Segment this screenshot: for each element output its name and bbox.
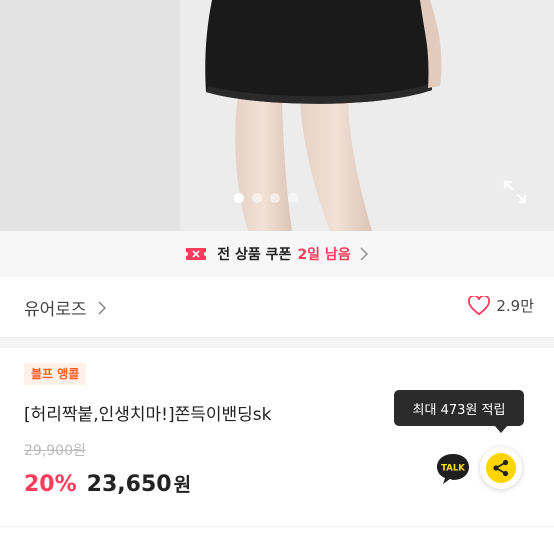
expand-icon[interactable] xyxy=(502,179,528,205)
carousel-indicator xyxy=(234,193,298,203)
kakao-talk-icon[interactable]: TALK xyxy=(433,448,473,488)
sale-price: 23,650 xyxy=(86,472,172,497)
original-price: 29,900원 xyxy=(24,443,86,459)
promo-badge: 블프 앵콜 xyxy=(24,363,87,385)
next-section-peek xyxy=(0,540,554,554)
coupon-ticket-icon xyxy=(186,248,207,260)
carousel-dot[interactable] xyxy=(252,193,262,203)
chevron-right-icon xyxy=(98,300,106,315)
carousel-dot[interactable] xyxy=(288,193,298,203)
seller-name: 유어로즈 xyxy=(24,300,87,320)
seller-link[interactable]: 유어로즈 xyxy=(24,295,106,320)
section-divider xyxy=(0,526,554,527)
share-button[interactable] xyxy=(480,447,522,489)
heart-outline-icon xyxy=(468,295,491,315)
like-count: 2.9만 xyxy=(496,297,534,315)
section-divider xyxy=(0,338,554,348)
seller-row: 유어로즈 2.9만 xyxy=(0,277,554,338)
next-row-price xyxy=(350,544,360,554)
chevron-right-icon xyxy=(360,247,368,261)
tooltip-arrow xyxy=(494,425,508,433)
product-image-carousel[interactable] xyxy=(0,0,554,231)
coupon-banner[interactable]: 전 상품 쿠폰 2일 남음 xyxy=(0,231,554,277)
currency-unit: 원 xyxy=(173,474,192,496)
price-row: 20% 23,650 원 xyxy=(24,470,191,497)
coupon-label: 전 상품 쿠폰 xyxy=(217,247,292,263)
svg-text:TALK: TALK xyxy=(441,464,465,474)
share-icon xyxy=(486,453,516,483)
carousel-dot[interactable] xyxy=(234,193,244,203)
product-title: [허리짝붙,인생치마!]쫀득이밴딩sk xyxy=(24,405,272,425)
reward-tooltip: 최대 473원 적립 xyxy=(394,390,524,426)
like-button[interactable]: 2.9만 xyxy=(468,295,534,316)
discount-rate: 20% xyxy=(24,472,77,497)
coupon-days-left: 2일 남음 xyxy=(297,247,351,263)
carousel-dot[interactable] xyxy=(270,193,280,203)
